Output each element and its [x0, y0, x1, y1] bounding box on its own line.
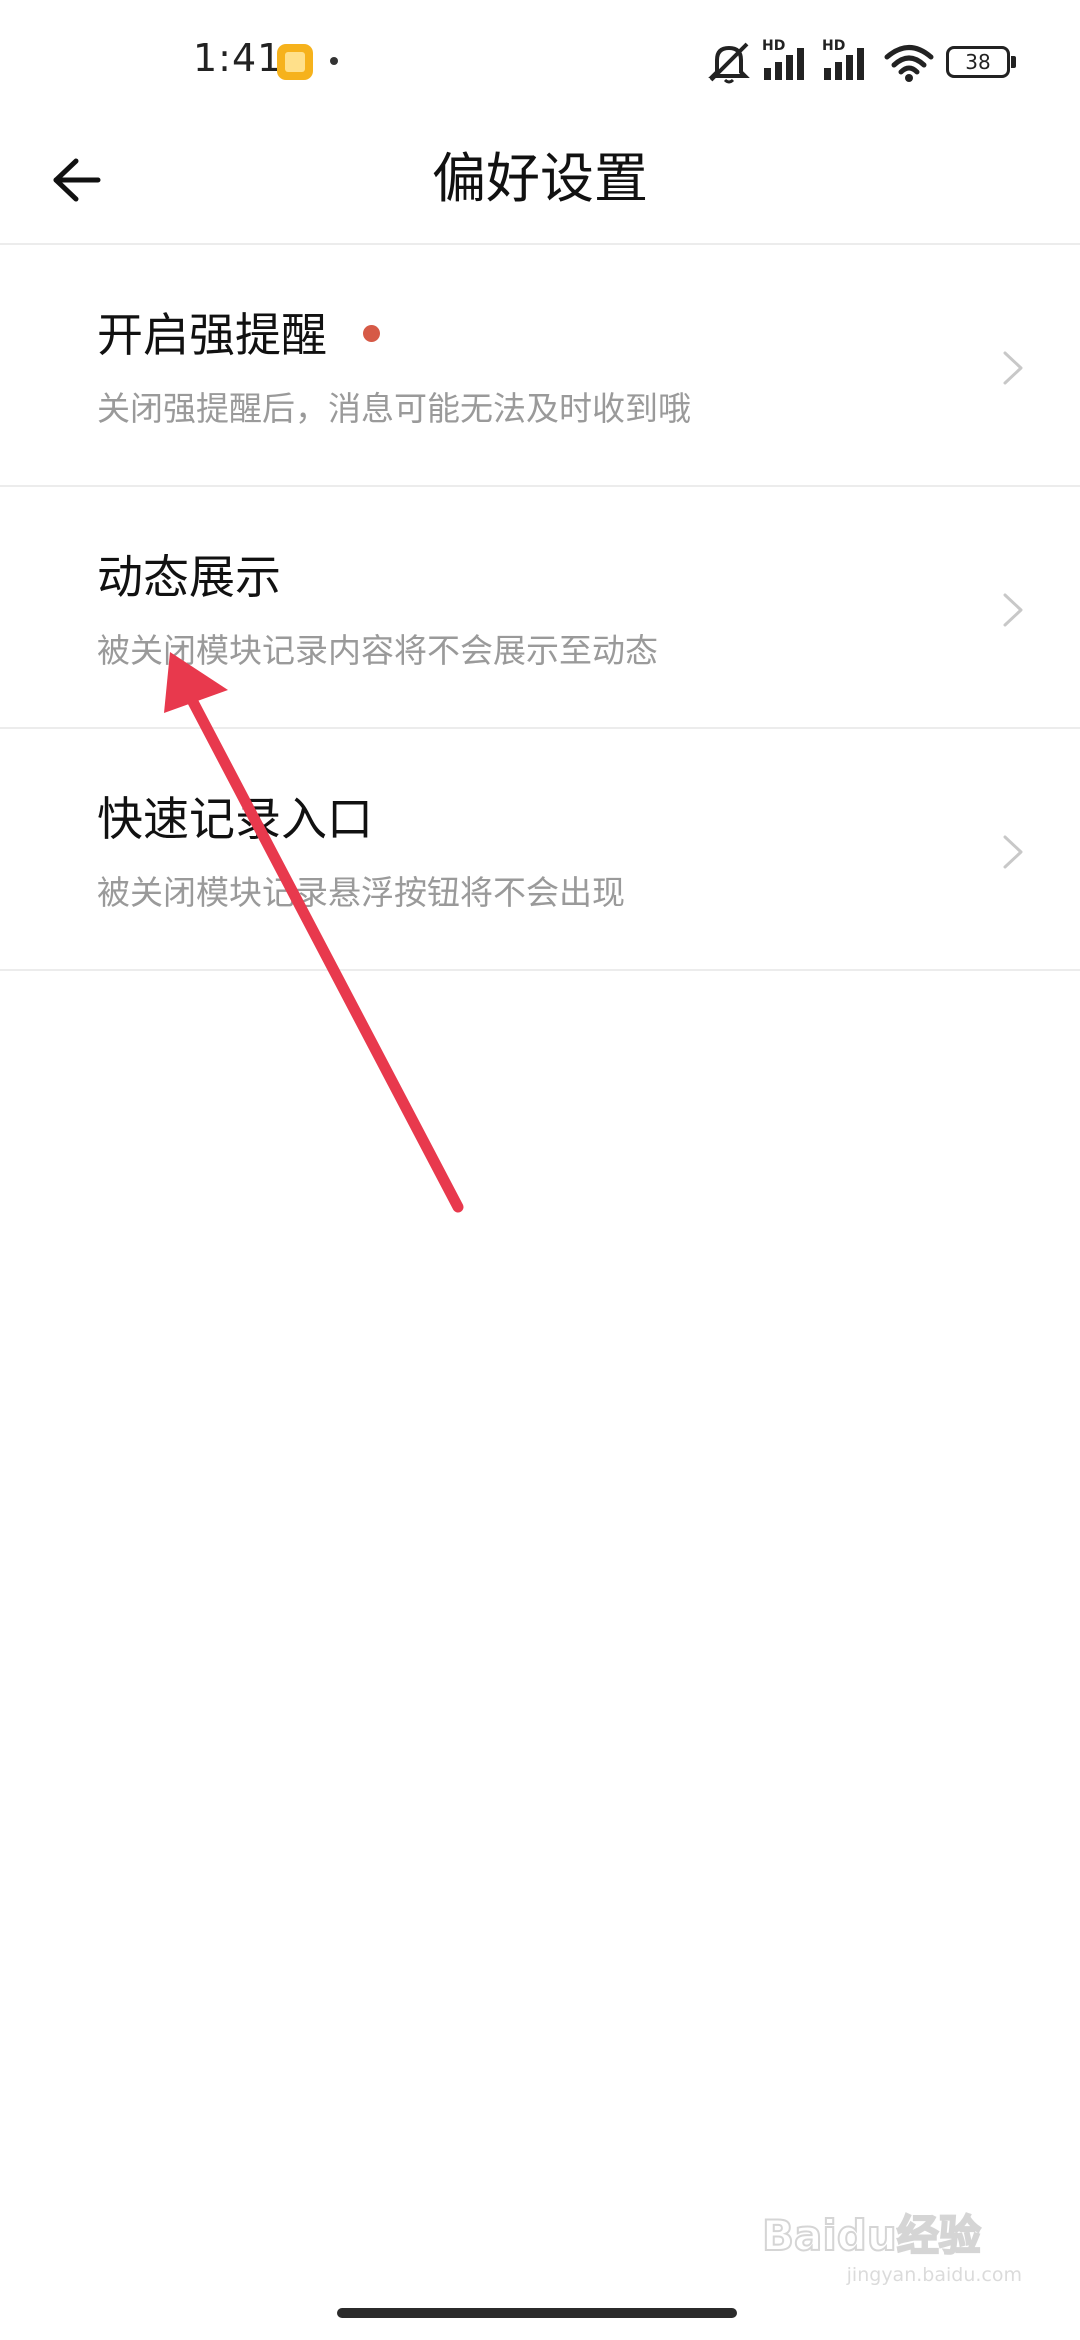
signal-icon	[764, 48, 804, 80]
item-description: 关闭强提醒后，消息可能无法及时收到哦	[97, 389, 691, 428]
item-title: 快速记录入口	[97, 792, 373, 846]
baidu-watermark: Baidu经验 jingyan.baidu.com	[762, 2206, 1022, 2286]
battery-level: 38	[965, 50, 991, 74]
settings-item-strong-reminder[interactable]: 开启强提醒 关闭强提醒后，消息可能无法及时收到哦	[0, 245, 1080, 487]
new-badge-dot	[363, 324, 380, 342]
watermark-sub: jingyan.baidu.com	[846, 2264, 1022, 2286]
status-bar: 1:41 HD HD 38	[0, 0, 1080, 125]
chevron-right-icon	[1003, 835, 1023, 869]
notification-dot-icon	[330, 57, 338, 65]
item-title-row: 快速记录入口	[97, 789, 373, 849]
battery-icon: 38	[946, 46, 1010, 78]
home-indicator[interactable]	[337, 2308, 737, 2318]
page-title: 偏好设置	[432, 147, 648, 210]
mute-icon	[708, 42, 750, 84]
baidu-paw-logo-icon: Baidu经验	[762, 2210, 982, 2261]
app-notification-icon	[277, 44, 313, 80]
item-title: 动态展示	[97, 550, 281, 604]
settings-list: 开启强提醒 关闭强提醒后，消息可能无法及时收到哦 动态展示 被关闭模块记录内容将…	[0, 245, 1080, 971]
settings-item-quick-record-entry[interactable]: 快速记录入口 被关闭模块记录悬浮按钮将不会出现	[0, 729, 1080, 971]
item-title-row: 开启强提醒	[97, 305, 380, 365]
item-description: 被关闭模块记录内容将不会展示至动态	[97, 631, 658, 670]
status-time: 1:41	[193, 36, 283, 80]
watermark-text: Baidu经验	[762, 2211, 981, 2260]
header: 偏好设置	[0, 125, 1080, 245]
wifi-icon	[884, 45, 934, 82]
item-description: 被关闭模块记录悬浮按钮将不会出现	[97, 873, 625, 912]
chevron-right-icon	[1003, 351, 1023, 385]
settings-item-dynamic-display[interactable]: 动态展示 被关闭模块记录内容将不会展示至动态	[0, 487, 1080, 729]
chevron-right-icon	[1003, 593, 1023, 627]
item-title: 开启强提醒	[97, 308, 327, 362]
signal-icon	[824, 48, 864, 80]
battery-tip	[1011, 56, 1016, 68]
item-title-row: 动态展示	[97, 547, 281, 607]
